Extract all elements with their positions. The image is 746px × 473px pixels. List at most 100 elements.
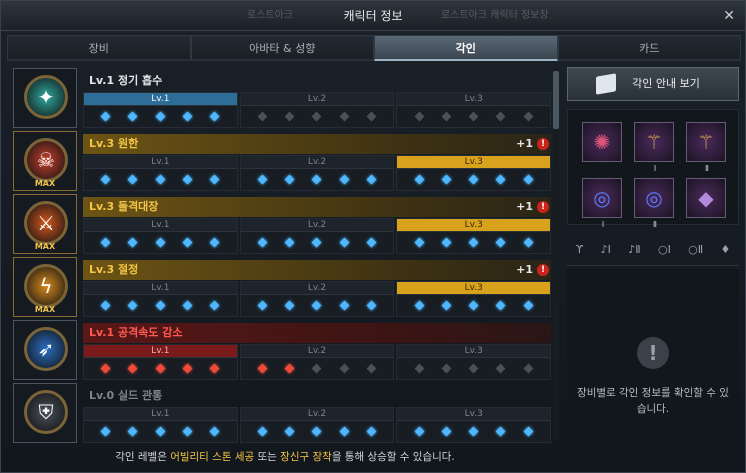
necklace-slot[interactable]: ✺ bbox=[582, 122, 622, 162]
alert-icon[interactable]: ! bbox=[537, 138, 549, 150]
background-text-left: 로스트아크 bbox=[247, 10, 293, 21]
gem-icon bbox=[468, 111, 479, 122]
engraving-glyph: ⚔ bbox=[37, 211, 55, 235]
footer-highlight-accessory: 장신구 장착 bbox=[280, 451, 332, 463]
engraving-row[interactable]: ➶ Lv.1 공격속도 감소 Lv.1 Lv.2 Lv.3 bbox=[11, 320, 552, 380]
engraving-glyph: ➶ bbox=[37, 337, 55, 361]
ring-slot-1[interactable]: ◎ Ⅰ bbox=[582, 178, 622, 229]
gem-icon bbox=[210, 111, 220, 122]
engraving-portrait[interactable]: ϟ MAX bbox=[13, 257, 77, 317]
gem-icon bbox=[182, 174, 193, 185]
gem-icon bbox=[339, 111, 350, 122]
tab-card[interactable]: 카드 bbox=[557, 35, 741, 61]
background-text-right: 로스트아크 캐릭터 정보창 bbox=[441, 10, 549, 21]
title-bar[interactable]: 로스트아크 캐릭터 정보 로스트아크 캐릭터 정보창 ✕ bbox=[1, 1, 745, 31]
engraving-header: Lv.3 돌격대장 +1! bbox=[83, 197, 551, 217]
level-track: Lv.1 Lv.2 Lv.3 bbox=[83, 92, 552, 128]
gem-icon bbox=[100, 237, 111, 248]
stone-stat-icon[interactable]: ♦ bbox=[720, 243, 730, 256]
engraving-portrait[interactable]: ➶ bbox=[13, 320, 77, 380]
earring-2-stat-icon[interactable]: ♪Ⅱ bbox=[628, 243, 640, 256]
ring-1-stat-icon[interactable]: ○Ⅰ bbox=[658, 243, 671, 256]
engraving-portrait[interactable]: ✦ bbox=[13, 68, 77, 128]
earring-slot-1[interactable]: ⚚ Ⅰ bbox=[634, 122, 674, 173]
footer-text-suffix: 을 통해 상승할 수 있습니다. bbox=[331, 451, 455, 463]
gem-icon bbox=[312, 426, 322, 437]
footer-text-prefix: 각인 레벨은 bbox=[115, 451, 171, 463]
engraving-header: Lv.3 절정 +1! bbox=[83, 260, 551, 280]
gem-icon bbox=[100, 174, 111, 185]
gem-icon bbox=[284, 363, 295, 374]
tab-engraving[interactable]: 각인 bbox=[374, 35, 558, 61]
gem-icon bbox=[441, 174, 452, 185]
level-2-cell: Lv.2 bbox=[239, 344, 395, 380]
drain-icon: ✦ bbox=[24, 75, 68, 119]
gem-icon bbox=[210, 426, 220, 437]
ring-2-stat-icon[interactable]: ○Ⅱ bbox=[688, 243, 703, 256]
gem-row bbox=[84, 106, 237, 127]
level-track: Lv.1 Lv.2 Lv.3 bbox=[83, 407, 552, 443]
scrollbar-thumb[interactable] bbox=[553, 71, 559, 129]
gem-icon bbox=[312, 174, 322, 185]
gem-icon bbox=[284, 426, 295, 437]
scrollbar[interactable] bbox=[553, 69, 559, 439]
gem-icon bbox=[366, 363, 377, 374]
gem-icon bbox=[366, 237, 377, 248]
engraving-row[interactable]: ⚔ MAX Lv.3 돌격대장 +1! Lv.1 Lv.2 Lv.3 bbox=[11, 194, 552, 254]
gem-icon bbox=[496, 174, 506, 185]
gem-icon bbox=[155, 111, 166, 122]
gem-icon bbox=[257, 363, 268, 374]
engraving-glyph: ✦ bbox=[37, 85, 55, 109]
gem-icon bbox=[182, 237, 193, 248]
gem-row bbox=[84, 358, 237, 379]
level-3-cell: Lv.3 bbox=[396, 218, 552, 254]
gem-row bbox=[241, 421, 394, 442]
engraving-list[interactable]: ✦ Lv.1 정기 흡수 Lv.1 Lv.2 Lv.3 ☠ MAX Lv.3 원한 +1! Lv.… bbox=[11, 65, 559, 443]
gem-icon bbox=[257, 426, 268, 437]
tab-avatar[interactable]: 아바타 & 성향 bbox=[190, 35, 374, 61]
gem-icon bbox=[284, 300, 295, 311]
gem-row bbox=[84, 232, 237, 253]
ring-slot-2[interactable]: ◎ Ⅱ bbox=[634, 178, 674, 229]
engraving-header: Lv.1 공격속도 감소 bbox=[83, 323, 551, 343]
level-track: Lv.1 Lv.2 Lv.3 bbox=[83, 344, 552, 380]
empty-state-text: 장비별로 각인 정보를 확인할 수 있습니다. bbox=[577, 387, 729, 415]
tab-equipment[interactable]: 장비 bbox=[7, 35, 191, 61]
engraving-row[interactable]: ✦ Lv.1 정기 흡수 Lv.1 Lv.2 Lv.3 bbox=[11, 68, 552, 128]
engraving-guide-button[interactable]: 각인 안내 보기 bbox=[567, 67, 739, 101]
gem-icon bbox=[441, 111, 452, 122]
level-label: Lv.3 bbox=[397, 93, 551, 106]
alert-icon[interactable]: ! bbox=[537, 264, 549, 276]
alert-icon[interactable]: ! bbox=[537, 201, 549, 213]
engraving-portrait[interactable]: ⚔ MAX bbox=[13, 194, 77, 254]
level-label: Lv.2 bbox=[240, 345, 394, 358]
guide-button-label: 각인 안내 보기 bbox=[632, 77, 700, 90]
engraving-portrait[interactable]: ☠ MAX bbox=[13, 131, 77, 191]
gem-icon bbox=[210, 300, 220, 311]
slot-index: Ⅱ bbox=[653, 220, 657, 229]
engraving-row[interactable]: ☠ MAX Lv.3 원한 +1! Lv.1 Lv.2 Lv.3 bbox=[11, 131, 552, 191]
gem-icon bbox=[128, 111, 138, 122]
earring-1-stat-icon[interactable]: ♪Ⅰ bbox=[601, 243, 611, 256]
gem-icon bbox=[414, 426, 424, 437]
level-2-cell: Lv.2 bbox=[239, 155, 395, 191]
necklace-stat-icon[interactable]: ϒ bbox=[576, 243, 584, 256]
gem-icon bbox=[366, 111, 377, 122]
raid-captain-icon: ⚔ bbox=[24, 201, 68, 245]
engraving-glyph: ⛨ bbox=[38, 400, 54, 424]
slot-index: Ⅰ bbox=[653, 164, 657, 173]
gem-icon bbox=[128, 237, 138, 248]
gem-icon bbox=[468, 174, 479, 185]
level-label: Lv.2 bbox=[240, 408, 394, 421]
gem-icon bbox=[284, 174, 295, 185]
attack-speed-down-icon: ➶ bbox=[24, 327, 68, 371]
engraving-portrait[interactable]: ⛨ bbox=[13, 383, 77, 443]
slot-index: Ⅱ bbox=[705, 164, 709, 173]
engraving-row[interactable]: ϟ MAX Lv.3 절정 +1! Lv.1 Lv.2 Lv.3 bbox=[11, 257, 552, 317]
close-icon[interactable]: ✕ bbox=[723, 1, 735, 31]
ability-stone-slot[interactable]: ◆ bbox=[686, 178, 726, 218]
earring-slot-2[interactable]: ⚚ Ⅱ bbox=[686, 122, 726, 173]
gem-row bbox=[241, 295, 394, 316]
engraving-title: Lv.1 공격속도 감소 bbox=[89, 326, 183, 339]
engraving-row[interactable]: ⛨ Lv.0 실드 관통 Lv.1 Lv.2 Lv.3 bbox=[11, 383, 552, 443]
